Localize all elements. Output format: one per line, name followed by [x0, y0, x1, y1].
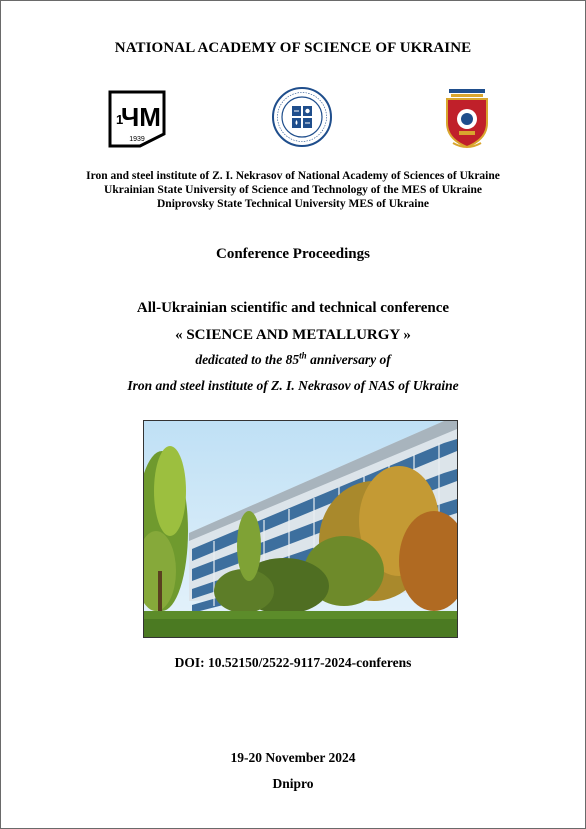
institutions-list: Iron and steel institute of Z. I. Nekras… — [0, 169, 586, 211]
academy-title: NATIONAL ACADEMY OF SCIENCE OF UKRAINE — [114, 40, 472, 56]
ichm-institute-logo: 1 ЧМ 1939 — [106, 88, 168, 150]
ichm-logo-letters: ЧМ — [121, 102, 161, 132]
conference-type: All-Ukrainian scientific and technical c… — [136, 300, 450, 316]
conference-city: Dnipro — [272, 776, 314, 791]
dedication-pre: dedicated to the 85 — [195, 352, 300, 367]
institution-line: Iron and steel institute of Z. I. Nekras… — [86, 170, 500, 182]
dstu-university-crest — [441, 87, 493, 151]
dedication-line: dedicated to the 85th anniversary of — [0, 350, 586, 368]
ichm-logo-year: 1939 — [129, 136, 145, 143]
logos-row: 1 ЧМ 1939 — [0, 86, 586, 152]
institution-line: Ukrainian State University of Science an… — [104, 184, 482, 196]
institution-line: Dniprovsky State Technical University ME… — [157, 198, 429, 210]
conference-dates: 19-20 November 2024 — [230, 750, 356, 765]
dedication-institute: Iron and steel institute of Z. I. Nekras… — [127, 378, 459, 393]
ustu-university-seal — [271, 86, 333, 148]
conference-name: « SCIENCE AND METALLURGY » — [175, 327, 411, 343]
dedication-post: anniversary of — [306, 352, 391, 367]
dedication-sup: th — [299, 350, 307, 361]
proceedings-heading: Conference Proceedings — [216, 246, 370, 262]
institute-building-photo — [143, 420, 458, 638]
doi-text: DOI: 10.52150/2522-9117-2024-conferens — [174, 655, 412, 670]
